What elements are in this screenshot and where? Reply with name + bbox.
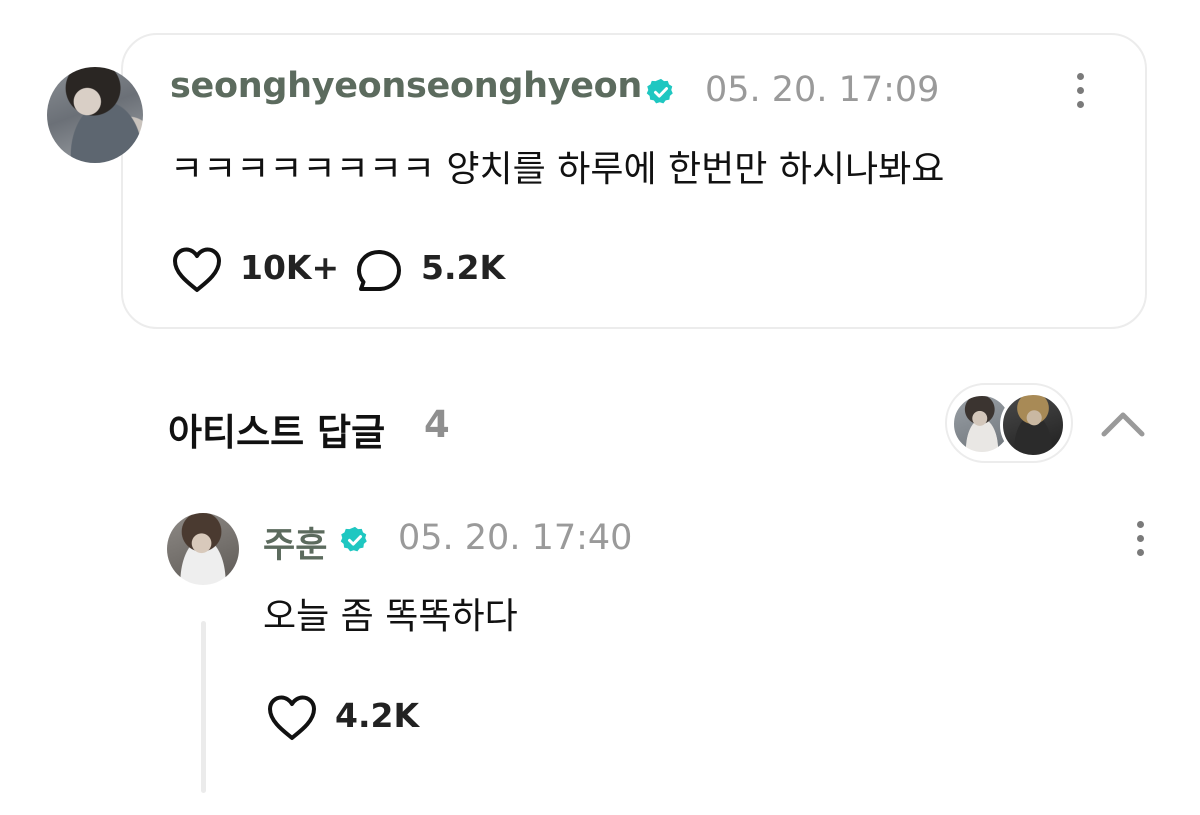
main-comment-like-count: 10K+ xyxy=(240,248,340,287)
comment-thread: seonghyeonseonghyeon 05. 20. 17:09 ㅋㅋㅋㅋㅋ… xyxy=(0,0,1200,815)
like-heart-icon[interactable] xyxy=(266,694,318,742)
thread-line xyxy=(201,621,206,793)
reply-timestamp: 05. 20. 17:40 xyxy=(398,518,633,558)
artist-replies-title: 아티스트 답글 xyxy=(168,411,386,454)
main-comment-reply-count: 5.2K xyxy=(421,248,506,287)
artist-avatar-2 xyxy=(1000,392,1066,458)
more-options-icon[interactable] xyxy=(1135,519,1145,559)
chevron-up-icon[interactable] xyxy=(1099,408,1147,440)
verified-badge-icon xyxy=(340,526,367,552)
reply-text: 오늘 좀 똑똑하다 xyxy=(263,596,518,637)
main-comment-text: ㅋㅋㅋㅋㅋㅋㅋㅋ 양치를 하루에 한번만 하시나봐요 xyxy=(170,149,945,190)
artist-replies-count: 4 xyxy=(424,403,450,446)
main-comment-timestamp: 05. 20. 17:09 xyxy=(705,70,940,110)
more-options-icon[interactable] xyxy=(1075,71,1085,111)
main-comment-username[interactable]: seonghyeonseonghyeon xyxy=(170,66,642,106)
reply-avatar[interactable] xyxy=(167,513,239,585)
reply-bubble-icon[interactable] xyxy=(355,248,403,294)
reply-username[interactable]: 주훈 xyxy=(263,517,327,568)
reply-like-count: 4.2K xyxy=(335,696,420,735)
main-comment-avatar[interactable] xyxy=(47,67,143,163)
verified-badge-icon xyxy=(646,78,673,104)
like-heart-icon[interactable] xyxy=(171,246,223,294)
